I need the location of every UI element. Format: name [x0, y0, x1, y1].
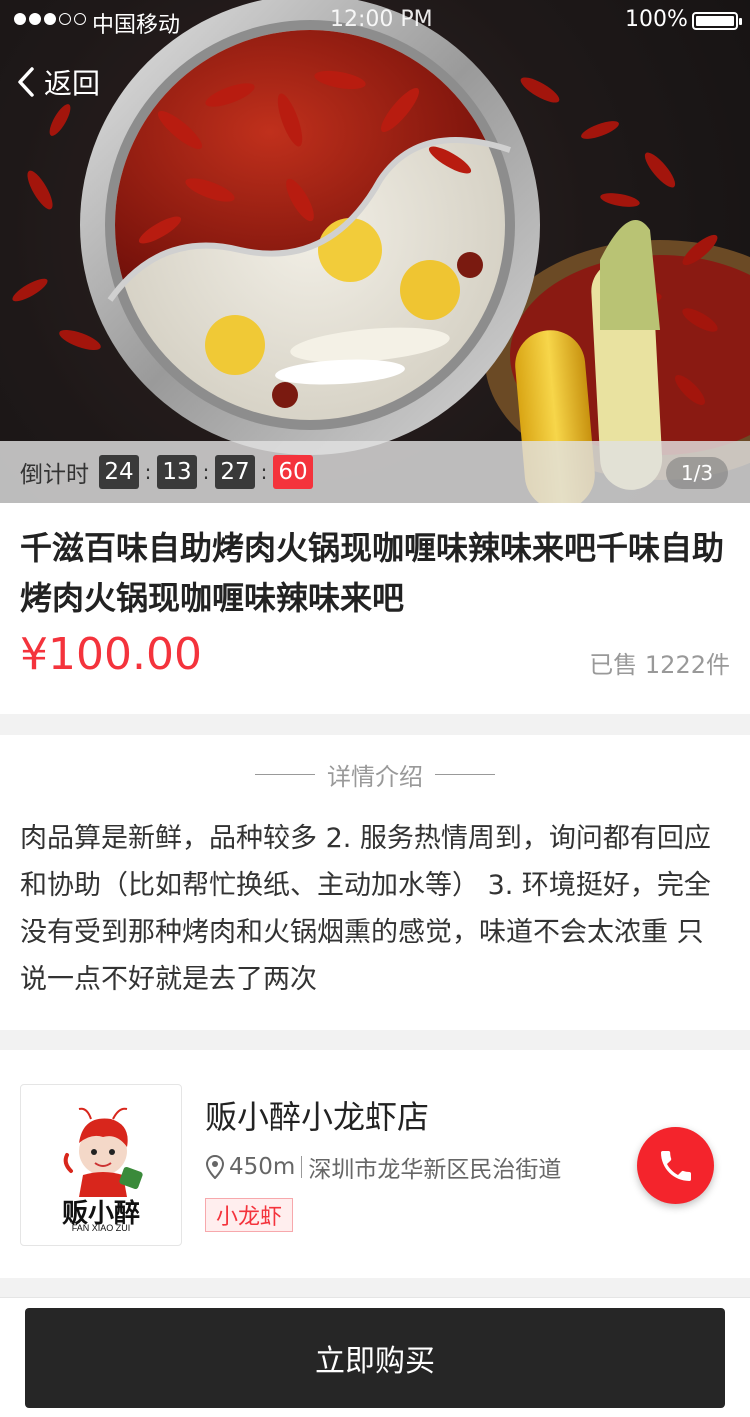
countdown-minutes: 13	[157, 455, 197, 489]
shop-address: 深圳市龙华新区民治街道	[308, 1157, 562, 1183]
countdown-label: 倒计时	[20, 462, 89, 488]
product-price: ¥100.00	[20, 629, 202, 680]
detail-heading-text: 详情介绍	[327, 763, 423, 791]
detail-section: 详情介绍 肉品算是新鲜，品种较多 2. 服务热情周到，询问都有回应和协助（比如帮…	[0, 735, 750, 1030]
detail-heading: 详情介绍	[0, 757, 750, 792]
divider	[301, 1156, 303, 1178]
signal-strength-icon	[14, 13, 86, 25]
back-label: 返回	[44, 67, 101, 100]
page: 中国移动 12:00 PM 100% 返回 倒计时 24 : 13 : 27 :…	[0, 0, 750, 1417]
countdown-bar: 倒计时 24 : 13 : 27 : 60 1/3	[0, 441, 750, 503]
countdown-ms: 60	[273, 455, 313, 489]
shop-location: 450m 深圳市龙华新区民治街道	[205, 1150, 561, 1184]
product-hero-image[interactable]: 中国移动 12:00 PM 100% 返回 倒计时 24 : 13 : 27 :…	[0, 0, 750, 503]
buy-now-button[interactable]: 立即购买	[25, 1308, 725, 1408]
divider	[435, 774, 495, 775]
shop-category-tag: 小龙虾	[205, 1198, 294, 1232]
status-time: 12:00 PM	[330, 7, 433, 32]
divider	[255, 774, 315, 775]
shop-name: 贩小醉小龙虾店	[205, 1098, 430, 1136]
shop-card[interactable]: 贩小醉 FAN XIAO ZUI 贩小醉小龙虾店 450m 深圳市龙华新区民治街…	[0, 1050, 750, 1278]
image-pager: 1/3	[666, 457, 728, 489]
phone-icon	[660, 1150, 691, 1181]
status-bar: 中国移动 12:00 PM 100%	[0, 0, 750, 40]
shop-logo: 贩小醉 FAN XIAO ZUI	[20, 1084, 182, 1246]
sold-count: 已售 1222件	[589, 651, 730, 679]
product-info: 千滋百味自助烤肉火锅现咖喱味辣味来吧千味自助烤肉火锅现咖喱味辣味来吧 ¥100.…	[0, 503, 750, 714]
product-title: 千滋百味自助烤肉火锅现咖喱味辣味来吧千味自助烤肉火锅现咖喱味辣味来吧	[20, 529, 725, 617]
back-button[interactable]: 返回	[16, 62, 100, 102]
chevron-left-icon	[18, 67, 34, 97]
battery-percent: 100%	[625, 7, 688, 32]
hotpot-photo	[0, 0, 750, 503]
bottom-action-bar: 立即购买	[0, 1297, 750, 1417]
logo-subtext: FAN XIAO ZUI	[71, 1223, 131, 1233]
shop-distance: 450m	[229, 1154, 296, 1180]
countdown-seconds: 27	[215, 455, 255, 489]
call-button[interactable]	[637, 1127, 714, 1204]
detail-text: 肉品算是新鲜，品种较多 2. 服务热情周到，询问都有回应和协助（比如帮忙换纸、主…	[20, 823, 711, 995]
carrier-name: 中国移动	[92, 13, 181, 38]
countdown-hours: 24	[99, 455, 139, 489]
battery-icon	[692, 12, 742, 30]
location-pin-icon	[205, 1155, 225, 1179]
